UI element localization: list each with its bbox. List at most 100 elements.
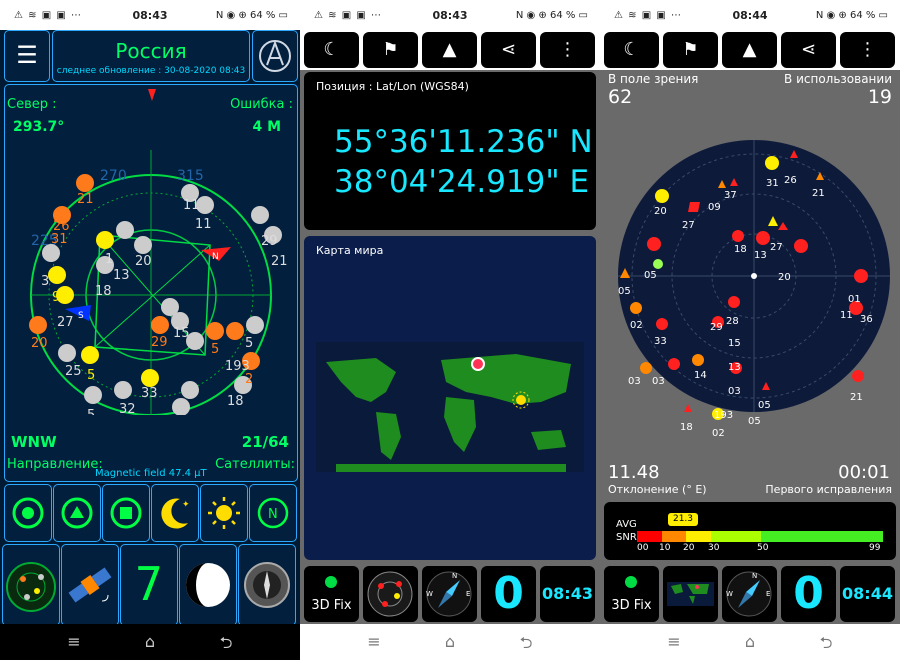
radar-view-button[interactable] [363,566,418,622]
more-menu-button[interactable]: ⋮ [540,32,595,68]
share-button[interactable]: ⋖ [481,32,536,68]
svg-text:02: 02 [712,428,725,438]
compass-button[interactable]: N E W [722,566,777,622]
world-map-button[interactable] [663,566,718,622]
deviation-value: 11.48 [608,462,660,483]
sky-view-panel: Север : 293.7° Ошибка : 4 M 270 315 225 … [4,84,298,482]
svg-text:29: 29 [710,322,723,333]
svg-text:09: 09 [708,202,721,213]
north-compass-button[interactable]: N [249,484,297,542]
svg-text:270: 270 [100,168,127,184]
in-view-label: В поле зрения [608,72,699,86]
svg-text:N: N [268,507,278,522]
back-icon[interactable]: ⮌ [214,632,238,652]
snr-avg-badge: 21.3 [668,513,698,526]
svg-text:1: 1 [105,252,113,267]
share-button[interactable]: ⋖ [781,32,836,68]
share-icon: ⋖ [500,39,517,60]
fix-status-button[interactable]: 3D Fix [304,566,359,622]
country-name: Россия [115,39,187,63]
svg-text:32: 32 [119,402,136,415]
svg-text:05: 05 [748,416,761,427]
svg-text:18: 18 [680,422,693,433]
svg-text:03: 03 [652,376,665,387]
status-bar: ⚠ ≋ ▣ ▣ ⋯ 08:43 N ◉ ⊕ 64 % ▭ [300,0,600,30]
snr-color-bar [637,531,883,542]
sky-plot: 31 26 21 20 27 0937 27 18 13 20 05 05 01 11 36 02 2… [618,140,890,438]
night-mode-button[interactable]: ☾ [604,32,659,68]
fix-label: 3D Fix [611,598,652,613]
back-icon[interactable]: ⮌ [514,632,538,652]
svg-text:05: 05 [618,286,631,297]
home-icon[interactable]: ⌂ [138,632,162,652]
svg-text:20: 20 [654,206,667,217]
menu-button[interactable]: ☰ [4,30,50,82]
svg-text:29: 29 [151,335,168,350]
home-icon[interactable]: ⌂ [738,632,762,652]
home-icon[interactable]: ⌂ [438,632,462,652]
radar-view-button[interactable] [2,544,60,626]
navigation-button[interactable]: ▲ [422,32,477,68]
svg-text:9: 9 [52,290,60,305]
map-marker-button[interactable]: ⚑ [363,32,418,68]
svg-text:27: 27 [682,220,695,231]
svg-text:31: 31 [766,178,779,189]
navigation-button[interactable]: ▲ [722,32,777,68]
compass-button[interactable] [252,30,298,82]
hamburger-icon: ☰ [16,41,38,69]
triangle-mode-button[interactable] [53,484,101,542]
svg-text:15: 15 [173,326,190,341]
svg-text:5: 5 [245,336,253,351]
more-menu-button[interactable]: ⋮ [840,32,895,68]
big-count: 0 [793,568,824,619]
status-bar: ⚠ ≋ ▣ ▣ ⋯ 08:44 N ◉ ⊕ 64 % ▭ [600,0,900,30]
person-flag-icon: ⚑ [382,39,399,60]
svg-text:37: 37 [724,190,737,201]
recents-icon[interactable]: ≡ [62,632,86,652]
night-mode-button[interactable]: ☾ [304,32,359,68]
svg-text:11: 11 [183,198,200,213]
back-icon[interactable]: ⮌ [814,632,838,652]
svg-text:21: 21 [812,188,825,199]
svg-text:20: 20 [31,336,48,351]
compass-needle-icon: N E W [426,571,472,617]
svg-text:2: 2 [245,372,253,387]
svg-text:29: 29 [261,234,278,249]
more-vert-icon: ⋮ [858,39,877,60]
digit-display-button[interactable]: 7 [120,544,178,626]
android-navbar: ≡ ⌂ ⮌ [0,624,300,660]
svg-text:03: 03 [728,386,741,397]
fix-indicator-icon [325,576,337,588]
map-marker-button[interactable]: ⚑ [663,32,718,68]
compass-button[interactable]: N E W [422,566,477,622]
fix-status-button[interactable]: 3D Fix [604,566,659,622]
svg-text:26: 26 [152,318,169,333]
svg-text:N: N [752,572,757,580]
radar-icon [6,562,56,612]
fix-indicator-icon [625,576,637,588]
target-icon [12,497,44,529]
locate-button[interactable] [4,484,52,542]
compass-dial-button[interactable] [238,544,296,626]
moon-phase-icon [186,563,230,607]
status-icons-right: N ◉ ⊕ 64 % ▭ [515,10,588,21]
in-view-value: 62 [608,86,633,108]
square-mode-button[interactable] [102,484,150,542]
recents-icon[interactable]: ≡ [662,632,686,652]
svg-text:36: 36 [860,314,873,325]
moon-phase-button[interactable] [179,544,237,626]
clock-value: 08:43 [542,584,593,603]
svg-text:20: 20 [778,272,791,283]
svg-text:14: 14 [694,370,707,381]
svg-text:5: 5 [211,342,219,357]
day-mode-button[interactable] [200,484,248,542]
snr-ticks: 00 10 20 30 50 99 [637,543,881,553]
in-use-value: 19 [867,86,892,108]
person-flag-icon: ⚑ [682,39,699,60]
position-label: Позиция : Lat/Lon (WGS84) [316,80,469,93]
recents-icon[interactable]: ≡ [362,632,386,652]
sky-radar: 270 315 225 N S 11112921 212631 1132018 … [29,89,288,415]
night-mode-button[interactable]: ✦ [151,484,199,542]
satellite-button[interactable] [61,544,119,626]
fix-label: 3D Fix [311,598,352,613]
